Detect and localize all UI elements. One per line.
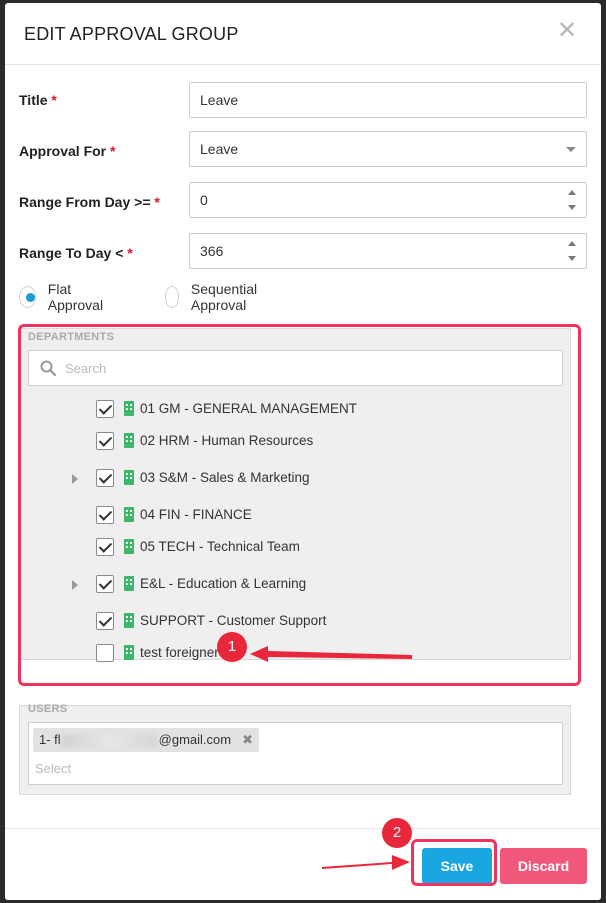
users-multiselect[interactable]: 1- fl @gmail.com ✖ Select bbox=[28, 722, 563, 785]
number-spinner[interactable] bbox=[566, 188, 578, 212]
dept-item[interactable]: 05 TECH - Technical Team bbox=[20, 537, 570, 559]
save-button[interactable]: Save bbox=[422, 848, 492, 884]
checkbox-checked[interactable] bbox=[96, 538, 114, 556]
number-spinner[interactable] bbox=[566, 239, 578, 263]
search-placeholder: Search bbox=[65, 361, 107, 376]
radio-flat-label: Flat Approval bbox=[47, 281, 104, 313]
chevron-down-icon bbox=[566, 147, 576, 152]
building-icon bbox=[124, 613, 134, 628]
checkbox-checked[interactable] bbox=[96, 400, 114, 418]
dept-item[interactable]: 03 S&M - Sales & Marketing bbox=[20, 468, 570, 490]
remove-chip-icon[interactable]: ✖ bbox=[242, 728, 253, 752]
dept-item[interactable]: 04 FIN - FINANCE bbox=[20, 505, 570, 527]
expand-arrow-icon[interactable] bbox=[72, 474, 78, 484]
dept-label: E&L - Education & Learning bbox=[140, 576, 307, 591]
edit-approval-group-modal: EDIT APPROVAL GROUP ✕ Title * Leave Appr… bbox=[5, 3, 601, 900]
range-to-value: 366 bbox=[200, 243, 224, 259]
radio-sequential-label: Sequential Approval bbox=[190, 281, 258, 313]
dept-label: 02 HRM - Human Resources bbox=[140, 433, 314, 448]
users-legend: USERS bbox=[28, 703, 68, 715]
modal-footer: Save Discard bbox=[5, 828, 601, 900]
radio-sequential-approval[interactable]: Sequential Approval bbox=[165, 281, 265, 313]
departments-fieldset: DEPARTMENTS Search 01 GM - GENERAL MANAG… bbox=[19, 328, 571, 662]
range-to-input[interactable]: 366 bbox=[189, 233, 587, 269]
building-icon bbox=[124, 576, 134, 591]
step-badge-2: 2 bbox=[382, 818, 412, 848]
dept-label: test foreigner bbox=[140, 645, 219, 660]
building-icon bbox=[124, 401, 134, 416]
users-select-placeholder: Select bbox=[35, 761, 72, 776]
range-from-input[interactable]: 0 bbox=[189, 182, 587, 218]
departments-legend: DEPARTMENTS bbox=[28, 331, 115, 343]
checkbox-checked[interactable] bbox=[96, 575, 114, 593]
spin-up-icon[interactable] bbox=[568, 241, 576, 246]
dept-item[interactable]: E&L - Education & Learning bbox=[20, 574, 570, 596]
approval-for-value: Leave bbox=[200, 141, 239, 157]
spin-up-icon[interactable] bbox=[568, 190, 576, 195]
radio-selected-icon[interactable] bbox=[19, 286, 36, 308]
radio-flat-approval[interactable]: Flat Approval bbox=[19, 281, 108, 313]
chip-prefix: 1- fl bbox=[39, 732, 61, 747]
checkbox-checked[interactable] bbox=[96, 469, 114, 487]
discard-button[interactable]: Discard bbox=[500, 848, 587, 884]
dept-item[interactable]: 01 GM - GENERAL MANAGEMENT bbox=[20, 399, 570, 421]
dept-label: 05 TECH - Technical Team bbox=[140, 539, 300, 554]
departments-search-input[interactable]: Search bbox=[28, 350, 563, 386]
range-to-label: Range To Day < * bbox=[19, 245, 133, 261]
user-chip: 1- fl @gmail.com ✖ bbox=[33, 728, 259, 752]
spin-down-icon[interactable] bbox=[568, 205, 576, 210]
dept-label: SUPPORT - Customer Support bbox=[140, 613, 327, 628]
dept-item[interactable]: 02 HRM - Human Resources bbox=[20, 431, 570, 453]
building-icon bbox=[124, 470, 134, 485]
redacted-text bbox=[61, 733, 158, 748]
dept-label: 03 S&M - Sales & Marketing bbox=[140, 470, 310, 485]
building-icon bbox=[124, 433, 134, 448]
range-from-value: 0 bbox=[200, 192, 208, 208]
title-input[interactable]: Leave bbox=[189, 82, 587, 118]
chip-suffix: @gmail.com bbox=[158, 732, 232, 747]
approval-for-label: Approval For * bbox=[19, 143, 116, 159]
radio-unselected-icon[interactable] bbox=[165, 286, 179, 308]
spin-down-icon[interactable] bbox=[568, 256, 576, 261]
range-from-label: Range From Day >= * bbox=[19, 194, 160, 210]
checkbox-checked[interactable] bbox=[96, 432, 114, 450]
step-badge-1: 1 bbox=[217, 632, 247, 662]
users-fieldset: USERS 1- fl @gmail.com ✖ Select bbox=[19, 703, 571, 795]
dept-item[interactable]: SUPPORT - Customer Support bbox=[20, 611, 570, 633]
dept-label: 04 FIN - FINANCE bbox=[140, 507, 252, 522]
modal-title: EDIT APPROVAL GROUP bbox=[24, 24, 239, 44]
dept-item[interactable]: test foreigner bbox=[20, 643, 570, 665]
checkbox-checked[interactable] bbox=[96, 612, 114, 630]
close-icon[interactable]: ✕ bbox=[553, 17, 581, 45]
dept-label: 01 GM - GENERAL MANAGEMENT bbox=[140, 401, 358, 416]
expand-arrow-icon[interactable] bbox=[72, 580, 78, 590]
checkbox-unchecked[interactable] bbox=[96, 644, 114, 662]
checkbox-checked[interactable] bbox=[96, 506, 114, 524]
modal-header: EDIT APPROVAL GROUP ✕ bbox=[5, 3, 601, 65]
approval-for-select[interactable]: Leave bbox=[189, 131, 587, 167]
title-label: Title * bbox=[19, 92, 57, 108]
building-icon bbox=[124, 539, 134, 554]
search-icon bbox=[40, 360, 56, 376]
building-icon bbox=[124, 645, 134, 660]
building-icon bbox=[124, 507, 134, 522]
